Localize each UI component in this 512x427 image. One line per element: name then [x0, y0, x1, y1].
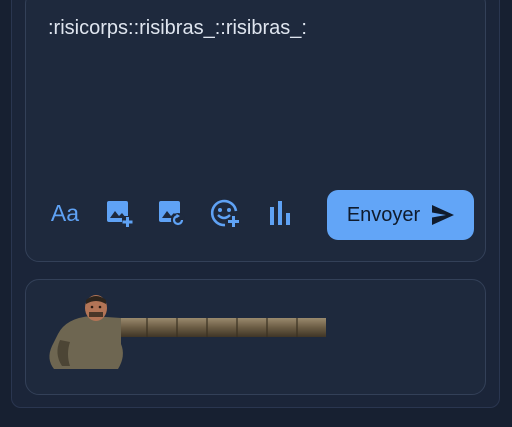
- replace-image-button[interactable]: [154, 196, 188, 230]
- format-button[interactable]: Aa: [48, 196, 82, 230]
- message-composer[interactable]: :risicorps::risibras_::risibras_: Aa Env…: [25, 0, 486, 262]
- risicorps-risibras-sticker: [49, 295, 326, 369]
- message-input[interactable]: :risicorps::risibras_::risibras_:: [48, 17, 307, 40]
- image-add-icon: [107, 201, 133, 227]
- send-label: Envoyer: [346, 203, 421, 226]
- sticker-preview: [25, 279, 486, 395]
- image-refresh-icon: [159, 201, 185, 227]
- emoji-add-icon: [210, 199, 239, 227]
- format-icon: Aa: [50, 199, 80, 226]
- send-button[interactable]: Envoyer: [327, 190, 474, 240]
- poll-chart-icon: [270, 201, 290, 225]
- add-sticker-button[interactable]: [208, 196, 242, 230]
- add-image-button[interactable]: [102, 196, 136, 230]
- send-arrow-icon: [432, 205, 455, 225]
- poll-button[interactable]: [263, 196, 297, 230]
